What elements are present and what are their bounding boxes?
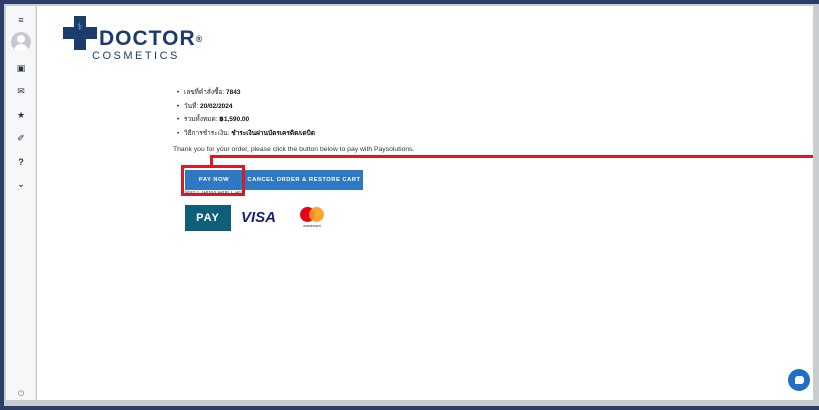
help-icon[interactable]: ?: [6, 156, 36, 168]
order-date-row: วันที่: 20/02/2024: [177, 102, 315, 116]
sidebar: ≡ ▣ ✉ ★ ✐ ? ⌄ ⏻: [6, 6, 36, 400]
logo-doctor-text: DOCTOR®: [99, 27, 204, 50]
star-icon[interactable]: ★: [6, 109, 36, 121]
payment-option-label: with Credit/Debit Card: [185, 191, 244, 196]
brand-logo: ⚕ DOCTOR® COSMETICS: [63, 16, 203, 66]
order-details: เลขที่คำสั่งซื้อ: 7843 วันที่: 20/02/202…: [177, 88, 315, 142]
book-icon[interactable]: ▣: [6, 62, 36, 74]
chat-icon[interactable]: [788, 369, 810, 391]
avatar[interactable]: [11, 32, 31, 52]
order-number-row: เลขที่คำสั่งซื้อ: 7843: [177, 88, 315, 102]
logo-cross-icon: ⚕: [63, 16, 97, 50]
cancel-order-button[interactable]: CANCEL ORDER & RESTORE CART: [245, 170, 363, 190]
mastercard-logo: mastercard: [297, 207, 327, 231]
pay-logo: PAY: [185, 205, 231, 231]
visa-logo: VISA: [241, 209, 277, 226]
mail-icon[interactable]: ✉: [6, 85, 36, 97]
highlight-line: [210, 155, 813, 158]
pin-icon[interactable]: ✐: [6, 132, 36, 144]
logo-cosmetics-text: COSMETICS: [92, 50, 180, 62]
chevrons-down-icon[interactable]: ⌄: [6, 178, 36, 190]
thank-you-message: Thank you for your order, please click t…: [173, 146, 415, 153]
order-payment-row: วิธีการชำระเงิน: ชำระเงินผ่านบัตรเครดิต/…: [177, 129, 315, 143]
power-icon[interactable]: ⏻: [6, 389, 36, 399]
menu-icon[interactable]: ≡: [6, 14, 36, 26]
order-total-row: รวมทั้งหมด: ฿1,590.00: [177, 115, 315, 129]
main-content: ⚕ DOCTOR® COSMETICS เลขที่คำสั่งซื้อ: 78…: [37, 6, 813, 400]
